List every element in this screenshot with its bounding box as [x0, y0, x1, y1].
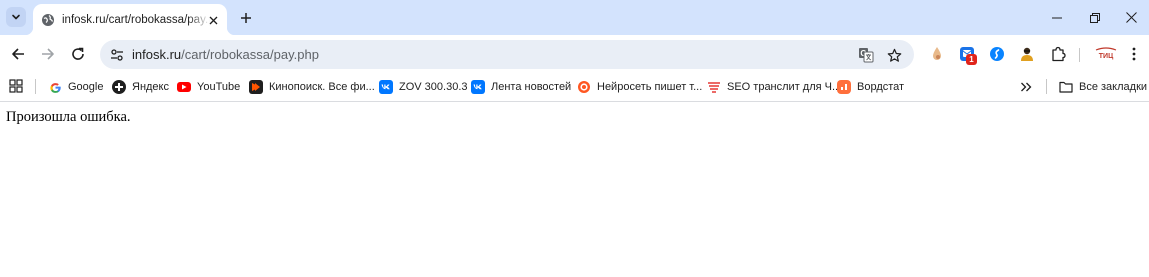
bookmark-label: Лента новостей	[491, 81, 572, 93]
more-vertical-icon	[1132, 47, 1136, 61]
star-icon	[887, 48, 901, 62]
minimize-icon	[1052, 17, 1062, 18]
all-bookmarks-button[interactable]: Все закладки	[1059, 78, 1147, 96]
tab-search-button[interactable]	[6, 7, 26, 27]
kinopoisk-icon	[249, 80, 263, 94]
drop-extension-icon	[933, 47, 941, 60]
forward-button[interactable]	[36, 42, 60, 66]
bookmark-label: ZOV 300.30.3	[399, 81, 468, 93]
bookmark-wordstat[interactable]: Вордстат	[837, 78, 904, 96]
bookmark-label: Google	[68, 81, 104, 93]
extension-shazam[interactable]	[987, 44, 1007, 64]
address-bar[interactable]: infosk.ru/cart/robokassa/pay.php G	[100, 40, 914, 69]
close-icon	[1125, 12, 1137, 23]
restore-icon	[1090, 12, 1100, 23]
new-tab-button[interactable]	[236, 8, 256, 28]
url-text[interactable]: infosk.ru/cart/robokassa/pay.php	[132, 47, 319, 62]
bookmark-star-button[interactable]	[884, 45, 904, 65]
bookmarks-bar: Google Яндекс YouTube Кинопоиск. Все фи.…	[0, 73, 1149, 101]
bookmark-label: Вордстат	[857, 81, 905, 93]
arrow-right-icon	[42, 48, 54, 60]
extension-person[interactable]	[1017, 44, 1037, 64]
puzzle-icon	[1052, 46, 1066, 62]
url-path: /cart/robokassa/pay.php	[181, 47, 319, 62]
shazam-icon	[990, 47, 1004, 61]
bookmarks-separator	[35, 79, 36, 94]
back-button[interactable]	[6, 42, 30, 66]
arrow-left-icon	[12, 48, 24, 60]
bookmark-label: Нейросеть пишет т...	[597, 81, 703, 93]
folder-icon	[1059, 80, 1073, 94]
error-message: Произошла ошибка.	[6, 109, 131, 125]
tune-icon	[110, 48, 123, 61]
bookmark-kinopoisk[interactable]: Кинопоиск. Все фи...	[249, 78, 375, 96]
yandex-icon	[112, 80, 126, 94]
wordstat-icon	[837, 80, 851, 94]
plus-icon	[241, 13, 251, 23]
chevron-down-icon	[12, 14, 20, 20]
person-extension-icon	[1021, 47, 1033, 61]
bookmarks-separator	[1046, 79, 1047, 94]
extension-drop[interactable]	[927, 44, 947, 64]
chevron-double-right-icon	[1021, 82, 1032, 92]
extension-badge: 1	[966, 54, 977, 65]
vk-icon	[471, 80, 485, 94]
seo-icon	[707, 80, 721, 94]
more-bookmarks-button[interactable]	[1018, 79, 1034, 95]
navigation-toolbar: infosk.ru/cart/robokassa/pay.php G	[0, 35, 1149, 73]
tic-extension-icon: ТИЦ	[1095, 47, 1117, 60]
extension-tic[interactable]: ТИЦ	[1093, 44, 1119, 64]
bookmark-neuro[interactable]: Нейросеть пишет т...	[577, 78, 702, 96]
toolbar-divider	[1079, 48, 1080, 62]
chrome-menu-button[interactable]	[1124, 44, 1144, 64]
extensions-menu-button[interactable]	[1048, 44, 1068, 64]
globe-icon	[42, 13, 54, 26]
url-host: infosk.ru	[132, 47, 182, 62]
bookmark-label: Яндекс	[132, 81, 169, 93]
site-info-button[interactable]	[106, 44, 127, 65]
youtube-icon	[177, 82, 191, 92]
close-window-button[interactable]	[1108, 0, 1149, 35]
reload-icon	[72, 47, 84, 60]
translate-button[interactable]: G	[856, 45, 876, 65]
bookmark-yandex[interactable]: Яндекс	[112, 78, 169, 96]
bookmark-label: YouTube	[197, 81, 241, 93]
bookmark-google[interactable]: Google	[48, 78, 103, 96]
close-tab-icon[interactable]	[206, 13, 220, 27]
tab-strip: infosk.ru/cart/robokassa/pay.php	[0, 0, 1149, 35]
reload-button[interactable]	[66, 42, 90, 66]
vk-icon	[379, 80, 393, 94]
bookmark-seo-translit[interactable]: SEO транслит для Ч...	[707, 78, 841, 96]
tic-label: ТИЦ	[1099, 53, 1114, 60]
bookmark-youtube[interactable]: YouTube	[177, 78, 240, 96]
all-bookmarks-label: Все закладки	[1079, 81, 1148, 93]
bookmark-zov[interactable]: ZOV 300.30.3	[379, 78, 468, 96]
tab-title: infosk.ru/cart/robokassa/pay.php	[62, 13, 210, 26]
active-tab[interactable]: infosk.ru/cart/robokassa/pay.php	[25, 4, 235, 35]
neuro-icon	[577, 80, 591, 94]
translate-icon: G	[859, 48, 874, 63]
apps-grid-icon[interactable]	[9, 79, 23, 93]
bookmark-news-feed[interactable]: Лента новостей	[471, 78, 571, 96]
google-icon	[48, 80, 62, 94]
page-content: Произошла ошибка.	[0, 102, 1149, 277]
bookmark-label: Кинопоиск. Все фи...	[269, 81, 375, 93]
extension-with-badge[interactable]: 1	[957, 44, 977, 65]
bookmark-label: SEO транслит для Ч...	[727, 81, 842, 93]
